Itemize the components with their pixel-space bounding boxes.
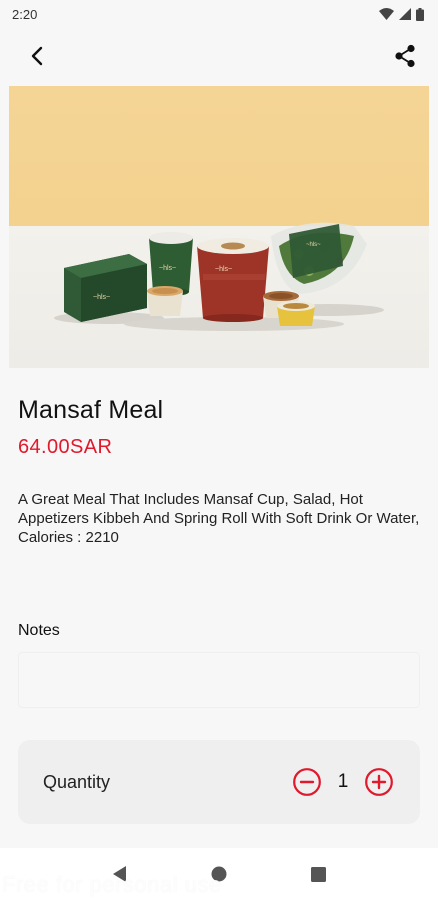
nav-back-button[interactable] bbox=[100, 854, 140, 894]
meal-photo: ~hls~ ~hls~ ~hls~ ~hls~ bbox=[54, 222, 384, 331]
quantity-label: Quantity bbox=[43, 771, 111, 792]
notes-input[interactable] bbox=[18, 652, 420, 708]
back-arrow-icon bbox=[31, 46, 43, 66]
back-button[interactable] bbox=[22, 41, 52, 71]
quantity-stepper: 1 bbox=[292, 767, 394, 797]
plus-circle-icon bbox=[365, 768, 393, 796]
svg-text:~hls~: ~hls~ bbox=[159, 265, 176, 272]
notes-label: Notes bbox=[18, 622, 60, 639]
increase-quantity-button[interactable] bbox=[364, 767, 394, 797]
status-bar: 2:20 bbox=[0, 0, 438, 28]
svg-text:~hls~: ~hls~ bbox=[215, 266, 232, 273]
status-time: 2:20 bbox=[12, 6, 38, 22]
wifi-icon bbox=[379, 8, 394, 20]
nav-recents-icon bbox=[310, 866, 326, 882]
minus-circle-icon bbox=[293, 768, 321, 796]
product-title: Mansaf Meal bbox=[18, 396, 164, 424]
product-price: 64.00SAR bbox=[18, 436, 113, 458]
product-image: ~hls~ ~hls~ ~hls~ ~hls~ bbox=[9, 86, 429, 368]
quantity-value: 1 bbox=[337, 771, 349, 792]
svg-text:~hls~: ~hls~ bbox=[306, 242, 321, 248]
nav-home-icon bbox=[211, 866, 227, 882]
svg-text:~hls~: ~hls~ bbox=[93, 294, 110, 301]
share-button[interactable] bbox=[390, 41, 420, 71]
battery-icon bbox=[416, 7, 424, 21]
product-description: A Great Meal That Includes Mansaf Cup, S… bbox=[18, 491, 420, 546]
share-icon bbox=[395, 44, 415, 68]
app-bar bbox=[0, 32, 438, 80]
system-nav-bar bbox=[0, 848, 438, 900]
nav-recents-button[interactable] bbox=[298, 854, 338, 894]
nav-home-button[interactable] bbox=[199, 854, 239, 894]
decrease-quantity-button[interactable] bbox=[292, 767, 322, 797]
status-icons bbox=[379, 7, 424, 21]
nav-back-icon bbox=[112, 866, 126, 882]
signal-icon bbox=[399, 8, 411, 20]
quantity-card: Quantity 1 bbox=[18, 740, 420, 824]
